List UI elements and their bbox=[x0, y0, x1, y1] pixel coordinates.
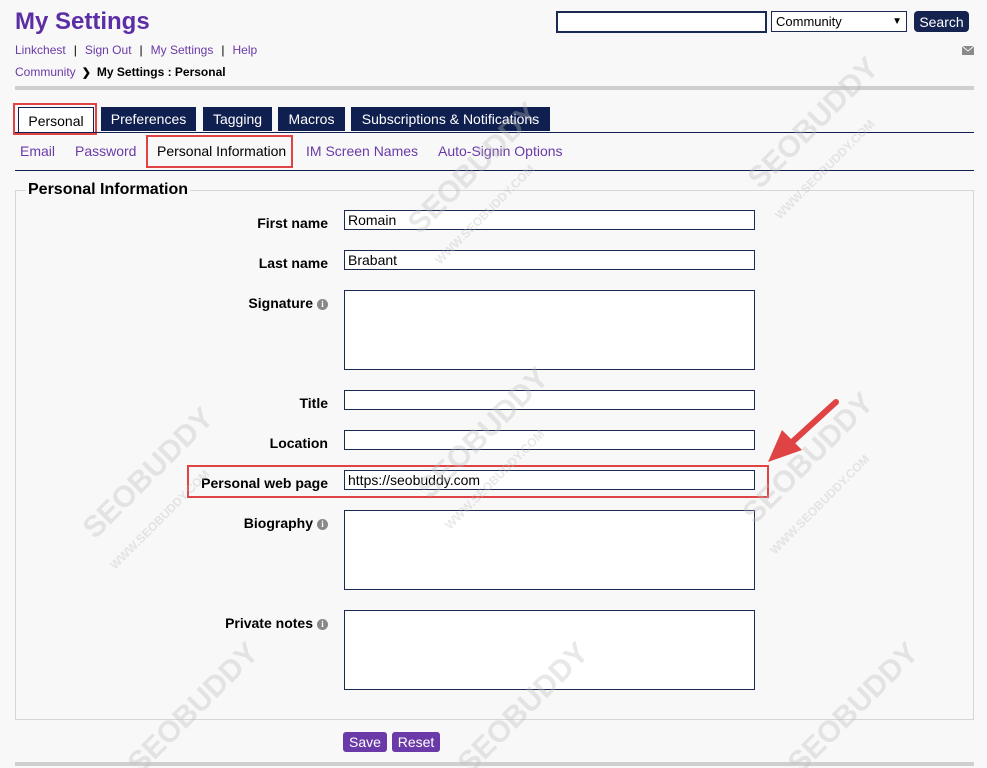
subtab-im-screen-names[interactable]: IM Screen Names bbox=[306, 143, 418, 159]
tab-preferences[interactable]: Preferences bbox=[101, 107, 196, 131]
last-name-field[interactable]: Brabant bbox=[344, 250, 755, 270]
signature-label-row: Signature i bbox=[28, 295, 328, 311]
footer-divider bbox=[15, 762, 974, 766]
subtab-underline bbox=[15, 170, 974, 171]
search-scope-select[interactable]: Community ▼ bbox=[771, 11, 907, 32]
signature-field[interactable] bbox=[344, 290, 755, 370]
location-label: Location bbox=[269, 435, 328, 451]
tab-macros[interactable]: Macros bbox=[278, 107, 345, 131]
breadcrumb-current: My Settings : Personal bbox=[96, 65, 226, 79]
reset-button[interactable]: Reset bbox=[392, 732, 440, 752]
first-name-label: First name bbox=[257, 215, 328, 231]
sign-out-link[interactable]: Sign Out bbox=[85, 43, 132, 57]
last-name-label: Last name bbox=[258, 255, 328, 271]
subtab-auto-signin[interactable]: Auto-Signin Options bbox=[438, 143, 563, 159]
link-separator: | bbox=[221, 43, 225, 57]
info-icon[interactable]: i bbox=[317, 519, 328, 530]
tab-tagging[interactable]: Tagging bbox=[203, 107, 272, 131]
watermark-text: SEOBUDDY bbox=[742, 51, 886, 195]
chevron-down-icon: ▼ bbox=[892, 16, 902, 27]
my-settings-link[interactable]: My Settings bbox=[151, 43, 214, 57]
title-label: Title bbox=[299, 395, 328, 411]
private-notes-field[interactable] bbox=[344, 610, 755, 690]
highlight-box bbox=[187, 465, 769, 498]
header-divider bbox=[15, 86, 974, 90]
subtab-email[interactable]: Email bbox=[20, 143, 55, 159]
private-notes-label: Private notes bbox=[225, 615, 313, 631]
section-title: Personal Information bbox=[26, 181, 191, 199]
arrow-icon bbox=[768, 399, 839, 462]
breadcrumb-community[interactable]: Community bbox=[15, 65, 76, 79]
first-name-field[interactable]: Romain bbox=[344, 210, 755, 230]
chevron-right-icon: ❯ bbox=[81, 67, 91, 79]
highlight-box bbox=[146, 135, 293, 168]
highlight-box bbox=[13, 103, 97, 135]
location-field[interactable] bbox=[344, 430, 755, 450]
link-separator: | bbox=[73, 43, 77, 57]
page-title: My Settings bbox=[15, 8, 150, 35]
search-input[interactable] bbox=[556, 11, 767, 33]
linkchest-link[interactable]: Linkchest bbox=[15, 43, 66, 57]
biography-label-row: Biography i bbox=[28, 515, 328, 531]
search-button[interactable]: Search bbox=[914, 11, 969, 32]
tab-underline bbox=[15, 132, 974, 133]
info-icon[interactable]: i bbox=[317, 299, 328, 310]
breadcrumb: Community ❯ My Settings : Personal bbox=[15, 65, 226, 79]
tab-subscriptions[interactable]: Subscriptions & Notifications bbox=[351, 107, 550, 131]
mail-icon[interactable] bbox=[962, 46, 974, 55]
top-links: Linkchest | Sign Out | My Settings | Help bbox=[15, 43, 257, 57]
search-scope-value: Community bbox=[776, 14, 842, 29]
title-field[interactable] bbox=[344, 390, 755, 410]
biography-field[interactable] bbox=[344, 510, 755, 590]
subtab-password[interactable]: Password bbox=[75, 143, 136, 159]
help-link[interactable]: Help bbox=[232, 43, 257, 57]
private-notes-label-row: Private notes i bbox=[28, 615, 328, 631]
biography-label: Biography bbox=[243, 515, 313, 531]
link-separator: | bbox=[139, 43, 143, 57]
info-icon[interactable]: i bbox=[317, 619, 328, 630]
signature-label: Signature bbox=[248, 295, 313, 311]
save-button[interactable]: Save bbox=[343, 732, 387, 752]
